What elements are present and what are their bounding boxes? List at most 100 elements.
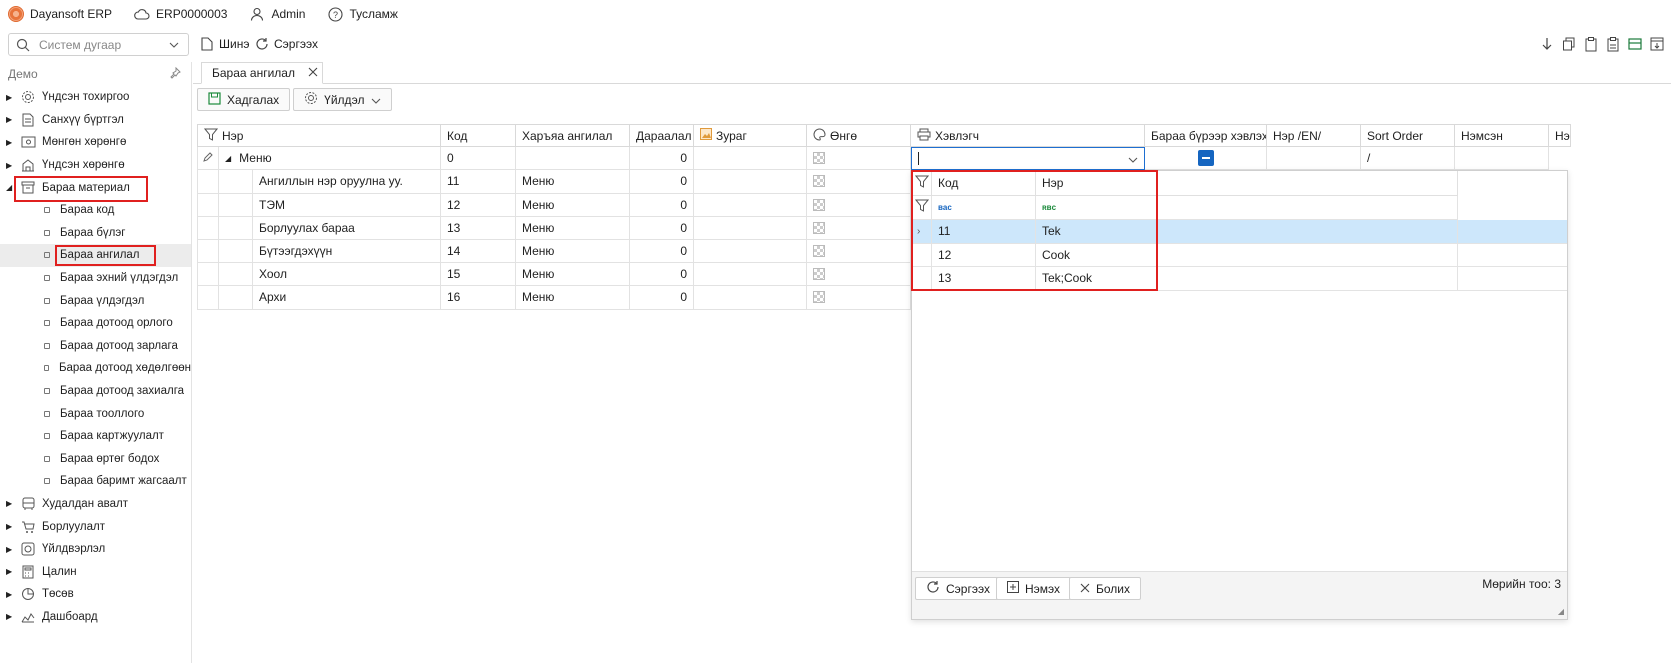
row-indicator[interactable] bbox=[197, 286, 219, 310]
row-name-cell[interactable]: ТЭМ bbox=[253, 193, 441, 217]
popup-filter-header[interactable] bbox=[912, 171, 932, 196]
sidebar-subitem[interactable]: Бараа эхний үлдэгдэл bbox=[0, 267, 191, 290]
row-color-cell[interactable] bbox=[807, 263, 911, 287]
row-code-cell[interactable]: 12 bbox=[441, 193, 516, 217]
row-name-cell[interactable]: Хоол bbox=[253, 263, 441, 287]
row-name-cell[interactable]: Бүтээгдэхүүн bbox=[253, 240, 441, 264]
sidebar-subitem[interactable]: Бараа дотоод орлого bbox=[0, 312, 191, 335]
col-header-extra[interactable]: Нэ bbox=[1549, 124, 1571, 147]
popup-cell-code[interactable]: 12 bbox=[932, 243, 1036, 267]
sidebar-subitem[interactable]: Бараа бүлэг bbox=[0, 222, 191, 245]
popup-cell-name[interactable]: Cook bbox=[1036, 243, 1458, 267]
collapse-arrow-icon[interactable]: ◢ bbox=[225, 154, 231, 163]
row-order-cell[interactable]: 0 bbox=[630, 286, 694, 310]
col-header-added[interactable]: Нэмсэн bbox=[1455, 124, 1549, 147]
window-icon[interactable] bbox=[1649, 36, 1665, 52]
row-name-cell[interactable]: Архи bbox=[253, 286, 441, 310]
sidebar-item-cash[interactable]: ▶ Мөнгөн хөрөнгө bbox=[0, 131, 191, 154]
help-menu[interactable]: ? Тусламж bbox=[327, 6, 398, 22]
sidebar-subitem[interactable]: Бараа код bbox=[0, 199, 191, 222]
popup-cancel-button[interactable]: Болих bbox=[1069, 577, 1141, 600]
row-color-cell[interactable] bbox=[807, 286, 911, 310]
sidebar-item-finance[interactable]: ▶ Санхүү бүртгэл bbox=[0, 109, 191, 132]
tab-item-category[interactable]: Бараа ангилал bbox=[201, 62, 323, 84]
row-order-cell[interactable]: 0 bbox=[630, 193, 694, 217]
sidebar-item-fixed-assets[interactable]: ▶ Үндсэн хөрөнгө bbox=[0, 154, 191, 177]
row-parent-cell[interactable]: Меню bbox=[516, 240, 630, 264]
filter-icon[interactable] bbox=[914, 175, 930, 191]
row-parent-cell[interactable]: Меню bbox=[516, 193, 630, 217]
arrow-down-icon[interactable] bbox=[1539, 36, 1555, 52]
row-parent-cell[interactable]: Меню bbox=[516, 216, 630, 240]
row-order-cell[interactable]: 0 bbox=[630, 147, 694, 171]
chevron-down-icon[interactable] bbox=[166, 37, 182, 53]
text-filter-icon[interactable]: ʙac bbox=[938, 203, 952, 212]
row-image-cell[interactable] bbox=[694, 240, 807, 264]
expand-arrow-icon[interactable]: ▶ bbox=[6, 612, 16, 621]
sidebar-subitem[interactable]: Бараа үлдэгдэл bbox=[0, 289, 191, 312]
sidebar-subitem-selected[interactable]: Бараа ангилал bbox=[0, 244, 191, 267]
sidebar-subitem[interactable]: Бараа баримт жагсаалт bbox=[0, 470, 191, 493]
app-title[interactable]: Dayansoft ERP bbox=[8, 6, 112, 22]
row-image-cell[interactable] bbox=[694, 263, 807, 287]
text-filter-icon[interactable]: ʀʙc bbox=[1042, 203, 1056, 212]
row-parent-cell[interactable] bbox=[516, 147, 630, 171]
print-each-checkbox-cell[interactable] bbox=[1145, 147, 1267, 171]
col-header-color[interactable]: Өнгө bbox=[807, 124, 911, 147]
sidebar-subitem[interactable]: Бараа тооллого bbox=[0, 402, 191, 425]
resize-grip-icon[interactable]: ◢ bbox=[1558, 607, 1564, 616]
row-order-cell[interactable]: 0 bbox=[630, 170, 694, 194]
sidebar-item-production[interactable]: ▶ Үйлдвэрлэл bbox=[0, 538, 191, 561]
row-added-cell[interactable] bbox=[1455, 147, 1549, 171]
clipboard-icon[interactable] bbox=[1583, 36, 1599, 52]
search-input[interactable]: Систем дугаар bbox=[8, 33, 189, 56]
row-parent-cell[interactable]: Меню bbox=[516, 286, 630, 310]
expand-arrow-icon[interactable]: ▶ bbox=[6, 93, 16, 102]
col-header-order[interactable]: Дараалал bbox=[630, 124, 694, 147]
expand-arrow-icon[interactable]: ▶ bbox=[6, 567, 16, 576]
col-header-print-each[interactable]: Бараа бүрээр хэвлэх bbox=[1145, 124, 1267, 147]
popup-col-header-code[interactable]: Код bbox=[932, 171, 1036, 196]
collapse-arrow-icon[interactable]: ◢ bbox=[6, 183, 16, 192]
copy-icon[interactable] bbox=[1561, 36, 1577, 52]
sidebar-item-salary[interactable]: ▶ Цалин bbox=[0, 560, 191, 583]
export-icon[interactable] bbox=[1627, 36, 1643, 52]
sidebar-item-budget[interactable]: ▶ Төсөв bbox=[0, 583, 191, 606]
row-color-cell[interactable] bbox=[807, 193, 911, 217]
expand-arrow-icon[interactable]: ▶ bbox=[6, 161, 16, 170]
row-order-cell[interactable]: 0 bbox=[630, 263, 694, 287]
row-name-cell[interactable]: Борлуулах бараа bbox=[253, 216, 441, 240]
row-indent[interactable] bbox=[219, 170, 253, 194]
col-header-printer[interactable]: Хэвлэгч bbox=[911, 124, 1145, 147]
row-indent[interactable] bbox=[219, 216, 253, 240]
popup-filter-name[interactable]: ʀʙc bbox=[1036, 196, 1458, 220]
row-indicator[interactable] bbox=[197, 240, 219, 264]
expand-arrow-icon[interactable]: ▶ bbox=[6, 590, 16, 599]
row-parent-cell[interactable]: Меню bbox=[516, 263, 630, 287]
row-code-cell[interactable]: 14 bbox=[441, 240, 516, 264]
sidebar-subitem[interactable]: Бараа дотоод хөдөлгөөн bbox=[0, 357, 191, 380]
row-name-en-cell[interactable] bbox=[1267, 147, 1361, 171]
expand-arrow-icon[interactable]: ▶ bbox=[6, 115, 16, 124]
row-color-cell[interactable] bbox=[807, 216, 911, 240]
popup-cell-code[interactable]: 13 bbox=[932, 267, 1036, 291]
row-color-cell[interactable] bbox=[807, 240, 911, 264]
popup-col-header-name[interactable]: Нэр bbox=[1036, 171, 1458, 196]
new-button[interactable]: Шинэ bbox=[199, 36, 249, 52]
operation-dropdown[interactable]: Үйлдэл bbox=[293, 88, 392, 111]
col-header-sort-order[interactable]: Sort Order bbox=[1361, 124, 1455, 147]
pin-icon[interactable] bbox=[169, 66, 181, 82]
printer-combobox[interactable] bbox=[911, 147, 1145, 171]
row-name-cell[interactable]: ◢ Меню bbox=[219, 147, 441, 171]
row-image-cell[interactable] bbox=[694, 193, 807, 217]
clipboard-paste-icon[interactable] bbox=[1605, 36, 1621, 52]
sidebar-item-sales[interactable]: ▶ Борлуулалт bbox=[0, 515, 191, 538]
save-button[interactable]: Хадгалах bbox=[197, 88, 291, 111]
indeterminate-checkbox-icon[interactable] bbox=[1197, 150, 1214, 167]
row-color-cell[interactable] bbox=[807, 147, 911, 171]
chevron-down-icon[interactable] bbox=[1128, 152, 1138, 166]
row-image-cell[interactable] bbox=[694, 286, 807, 310]
col-header-name-en[interactable]: Нэр /EN/ bbox=[1267, 124, 1361, 147]
row-image-cell[interactable] bbox=[694, 147, 807, 171]
popup-cell-name[interactable]: Tek;Cook bbox=[1036, 267, 1458, 291]
